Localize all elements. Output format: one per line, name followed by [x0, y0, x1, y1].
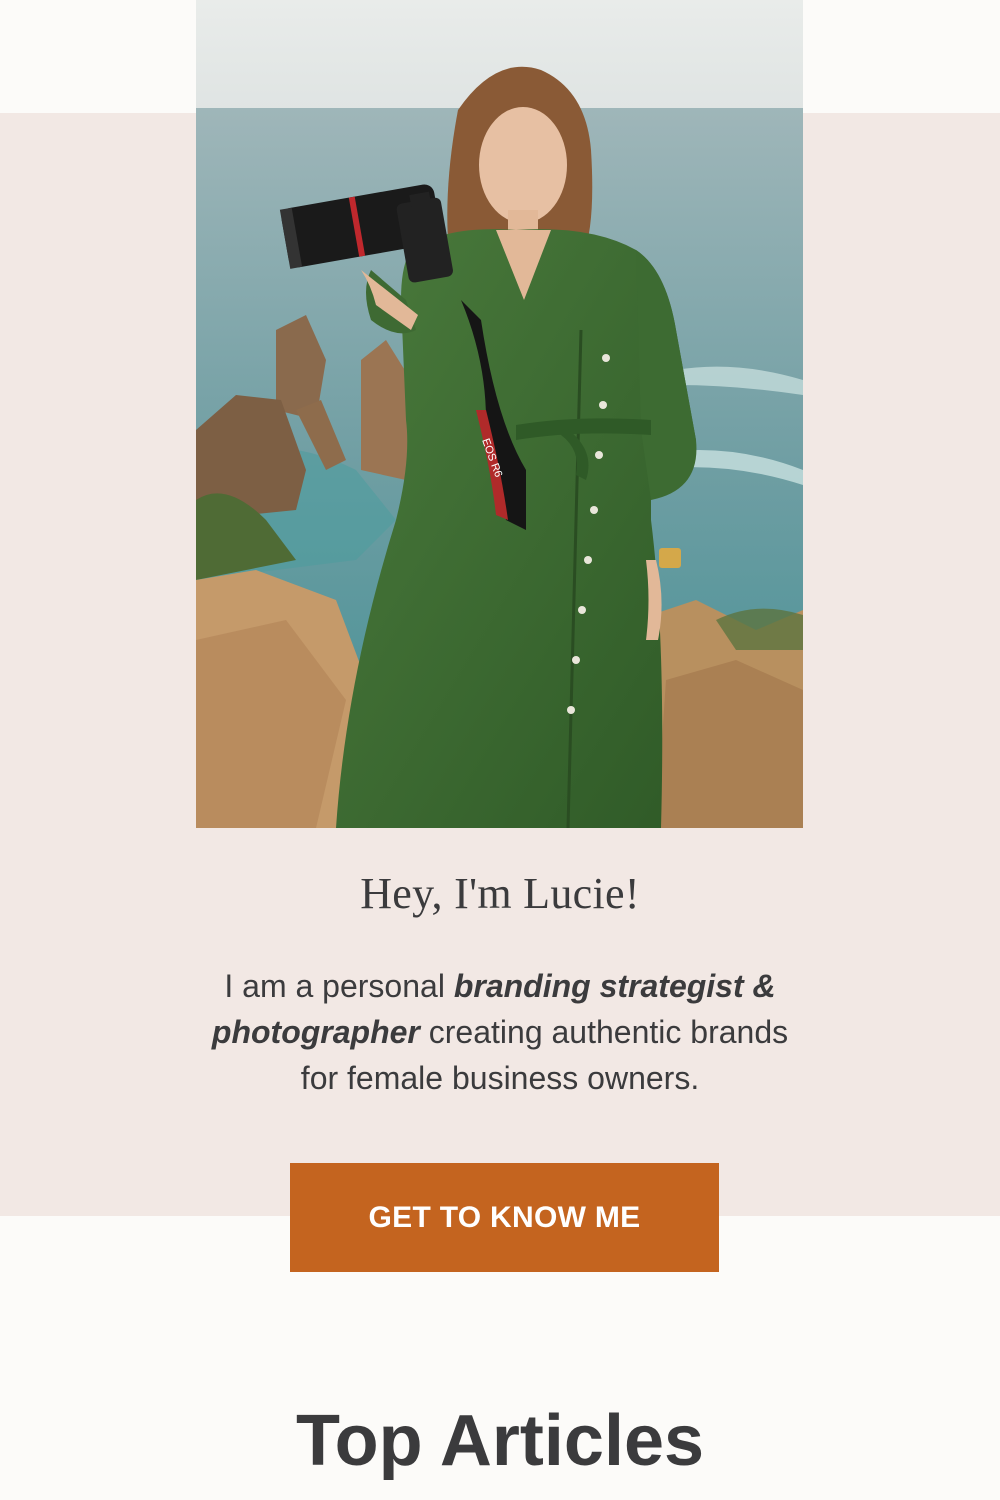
- bio-text: I am a personal branding strategist & ph…: [190, 963, 810, 1101]
- greeting-heading: Hey, I'm Lucie!: [360, 869, 640, 918]
- hero-photo: EOS R6: [196, 0, 803, 828]
- top-articles-heading: Top Articles: [295, 1401, 705, 1481]
- get-to-know-me-button[interactable]: GET TO KNOW ME: [290, 1163, 719, 1272]
- bio-text-intro: I am a personal: [224, 968, 454, 1004]
